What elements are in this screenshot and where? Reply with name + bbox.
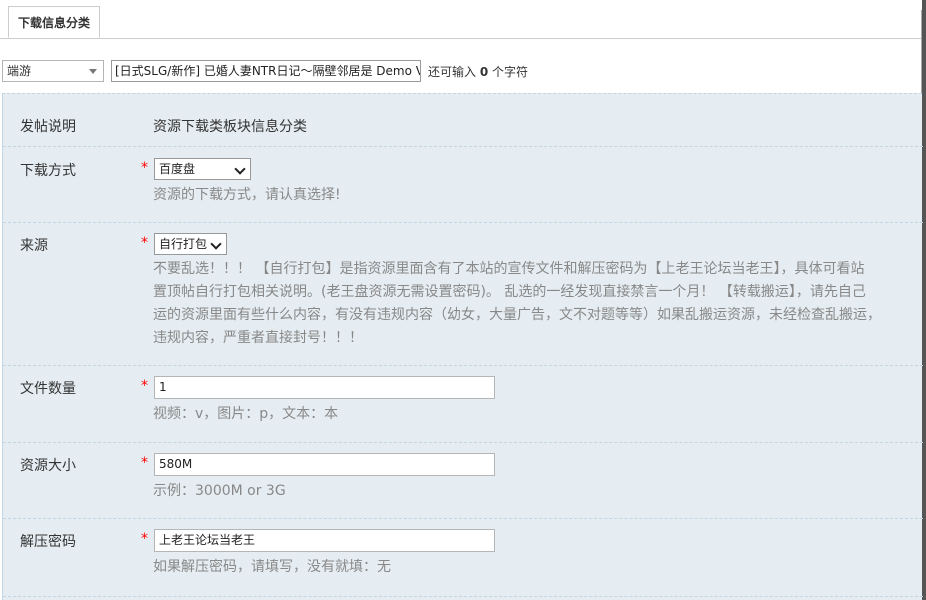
- required-marker: *: [141, 378, 148, 394]
- intro-value: 资源下载类板块信息分类: [153, 119, 307, 135]
- form-row-source: 来源 * 自行打包 不要乱选！！！ 【自行打包】是指资源里面含有了本站的宣传文件…: [3, 222, 923, 366]
- password-label: 解压密码: [20, 534, 76, 550]
- download-method-value: 百度盘: [159, 162, 196, 176]
- tab-download-info-category[interactable]: 下载信息分类: [8, 6, 100, 38]
- title-input[interactable]: [日式SLG/新作] 已婚人妻NTR日记～隔壁邻居是 Demo Ve: [111, 60, 421, 82]
- thread-type-value: 端游: [7, 64, 32, 78]
- form-panel: 发帖说明 资源下载类板块信息分类 下载方式 * 百度盘 资源的下载方式，请认真选…: [2, 93, 923, 600]
- tab-bar: 下载信息分类: [0, 0, 922, 39]
- form-row-file-count: 文件数量 * 1 视频：v，图片：p，文本：本: [3, 365, 923, 443]
- download-method-label: 下载方式: [20, 163, 76, 179]
- download-method-select[interactable]: 百度盘: [154, 158, 251, 180]
- char-counter-prefix: 还可输入: [428, 65, 477, 79]
- required-marker: *: [141, 455, 148, 471]
- source-hint-line: 运的资源里面有些什么内容，有没有违规内容（幼女，大量广告，文不对题等等）如果乱搬…: [153, 307, 881, 323]
- file-count-hint: 视频：v，图片：p，文本：本: [153, 406, 339, 422]
- file-count-label: 文件数量: [20, 381, 76, 397]
- form-row-download-method: 下载方式 * 百度盘 资源的下载方式，请认真选择!: [3, 146, 923, 223]
- intro-label: 发帖说明: [20, 119, 76, 135]
- source-hint-line: 置顶帖自行打包相关说明。(老王盘资源无需设置密码)。 乱选的一经发现直接禁言一个…: [153, 284, 866, 300]
- source-label: 来源: [20, 238, 48, 254]
- form-row-size: 资源大小 * 580M 示例：3000M or 3G: [3, 442, 923, 519]
- download-method-hint: 资源的下载方式，请认真选择!: [153, 187, 341, 203]
- source-hint-line: 不要乱选！！！ 【自行打包】是指资源里面含有了本站的宣传文件和解压密码为【上老王…: [153, 261, 865, 277]
- password-input[interactable]: 上老王论坛当老王: [154, 529, 495, 552]
- source-hint-line: 违规内容，严重者直接封号！！！: [153, 330, 363, 346]
- form-row-intro: 发帖说明 资源下载类板块信息分类: [3, 94, 923, 147]
- file-count-input[interactable]: 1: [154, 376, 495, 399]
- char-counter-count: 0: [479, 65, 489, 79]
- char-counter-suffix: 个字符: [492, 65, 529, 79]
- form-row-password: 解压密码 * 上老王论坛当老王 如果解压密码，请填写，没有就填：无: [3, 518, 923, 597]
- password-hint: 如果解压密码，请填写，没有就填：无: [153, 559, 391, 575]
- size-input[interactable]: 580M: [154, 453, 495, 476]
- size-label: 资源大小: [20, 458, 76, 474]
- chevron-down-icon: [89, 69, 97, 74]
- required-marker: *: [141, 235, 148, 251]
- size-hint: 示例：3000M or 3G: [153, 483, 286, 499]
- source-select[interactable]: 自行打包: [154, 233, 227, 255]
- source-value: 自行打包: [159, 237, 208, 251]
- required-marker: *: [141, 531, 148, 547]
- required-marker: *: [141, 160, 148, 176]
- chevron-down-icon: [234, 163, 246, 175]
- chevron-down-icon: [210, 238, 222, 250]
- thread-type-select[interactable]: 端游: [2, 60, 104, 82]
- char-counter: 还可输入 0 个字符: [428, 63, 528, 80]
